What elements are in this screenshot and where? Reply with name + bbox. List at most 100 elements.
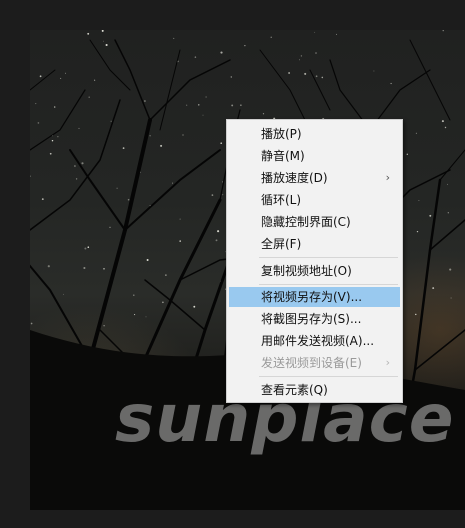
star bbox=[172, 182, 174, 184]
chevron-right-icon: › bbox=[385, 171, 390, 184]
star bbox=[432, 287, 435, 290]
menu-item-label: 将视频另存为(V)... bbox=[261, 290, 363, 304]
star bbox=[146, 259, 149, 261]
menu-item-loop[interactable]: 循环(L) bbox=[229, 190, 400, 210]
star bbox=[390, 82, 392, 85]
star bbox=[220, 51, 223, 54]
menu-item-play[interactable]: 播放(P) bbox=[229, 124, 400, 144]
star bbox=[87, 32, 90, 35]
star bbox=[83, 266, 86, 270]
menu-item-save-video-as[interactable]: 将视频另存为(V)... bbox=[229, 287, 400, 307]
star bbox=[110, 120, 112, 122]
menu-item-email-video[interactable]: 用邮件发送视频(A)... bbox=[229, 331, 400, 351]
star bbox=[75, 178, 78, 180]
star bbox=[416, 230, 419, 233]
star bbox=[215, 239, 218, 242]
star bbox=[240, 104, 242, 106]
menu-separator bbox=[259, 284, 398, 285]
star bbox=[194, 56, 197, 58]
star bbox=[449, 268, 452, 271]
star bbox=[149, 135, 151, 137]
star bbox=[447, 212, 449, 214]
star bbox=[30, 322, 33, 325]
context-menu: 播放(P) 静音(M) 播放速度(D) › 循环(L) 隐藏控制界面(C) 全屏(… bbox=[226, 119, 403, 403]
star bbox=[53, 106, 56, 108]
star bbox=[105, 43, 108, 47]
star bbox=[418, 200, 420, 201]
star bbox=[133, 294, 135, 296]
star bbox=[73, 165, 76, 167]
star bbox=[179, 240, 181, 242]
star bbox=[84, 247, 87, 250]
star bbox=[220, 142, 222, 144]
menu-item-cast-to-device[interactable]: 发送视频到设备(E) › bbox=[229, 353, 400, 373]
star bbox=[450, 297, 452, 299]
menu-item-label: 用邮件发送视频(A)... bbox=[261, 334, 375, 348]
menu-item-label: 查看元素(Q) bbox=[261, 383, 328, 397]
menu-item-label: 播放(P) bbox=[261, 127, 302, 141]
star bbox=[446, 183, 448, 185]
star bbox=[35, 103, 37, 105]
star bbox=[300, 55, 303, 57]
menu-item-label: 静音(M) bbox=[261, 149, 305, 163]
star bbox=[57, 136, 59, 138]
star bbox=[81, 162, 84, 165]
star bbox=[186, 104, 188, 106]
star bbox=[173, 37, 175, 39]
menu-item-label: 隐藏控制界面(C) bbox=[261, 215, 351, 229]
star bbox=[321, 76, 324, 79]
menu-item-playback-speed[interactable]: 播放速度(D) › bbox=[229, 168, 400, 188]
menu-separator bbox=[259, 257, 398, 258]
star bbox=[231, 104, 234, 107]
star bbox=[182, 134, 184, 136]
menu-item-label: 复制视频地址(O) bbox=[261, 264, 352, 278]
star bbox=[134, 314, 136, 316]
star bbox=[109, 226, 111, 228]
star bbox=[165, 274, 167, 276]
star bbox=[217, 230, 220, 233]
star bbox=[441, 120, 444, 123]
star bbox=[299, 59, 300, 61]
star bbox=[39, 75, 42, 78]
star bbox=[162, 301, 164, 304]
menu-separator bbox=[259, 376, 398, 377]
menu-item-label: 播放速度(D) bbox=[261, 171, 328, 185]
star bbox=[122, 147, 125, 149]
star bbox=[415, 313, 417, 316]
star bbox=[30, 175, 31, 177]
star bbox=[49, 152, 52, 155]
window-frame-bottom bbox=[0, 510, 465, 528]
star bbox=[103, 268, 105, 270]
star bbox=[78, 127, 80, 129]
star bbox=[314, 31, 316, 33]
star bbox=[262, 113, 265, 115]
star bbox=[63, 293, 65, 295]
star bbox=[270, 36, 272, 38]
menu-item-label: 将截图另存为(S)... bbox=[261, 312, 362, 326]
star bbox=[202, 114, 204, 116]
star bbox=[127, 198, 130, 201]
star bbox=[37, 122, 40, 124]
menu-item-copy-video-url[interactable]: 复制视频地址(O) bbox=[229, 261, 400, 281]
star bbox=[143, 100, 146, 102]
menu-item-save-screenshot-as[interactable]: 将截图另存为(S)... bbox=[229, 309, 400, 329]
menu-item-label: 全屏(F) bbox=[261, 237, 302, 251]
star bbox=[193, 305, 196, 308]
star bbox=[65, 72, 66, 74]
star bbox=[102, 40, 104, 42]
star bbox=[315, 52, 317, 54]
window-frame-left bbox=[0, 0, 30, 528]
star bbox=[442, 30, 444, 32]
star bbox=[222, 194, 224, 196]
menu-item-label: 发送视频到设备(E) bbox=[261, 356, 362, 370]
menu-item-inspect-element[interactable]: 查看元素(Q) bbox=[229, 380, 400, 400]
menu-item-fullscreen[interactable]: 全屏(F) bbox=[229, 234, 400, 254]
star bbox=[88, 96, 90, 98]
menu-item-mute[interactable]: 静音(M) bbox=[229, 146, 400, 166]
star bbox=[406, 153, 408, 155]
star bbox=[336, 33, 337, 35]
star bbox=[87, 246, 90, 249]
star bbox=[101, 30, 104, 32]
menu-item-hide-controls[interactable]: 隐藏控制界面(C) bbox=[229, 212, 400, 232]
star bbox=[145, 316, 147, 318]
